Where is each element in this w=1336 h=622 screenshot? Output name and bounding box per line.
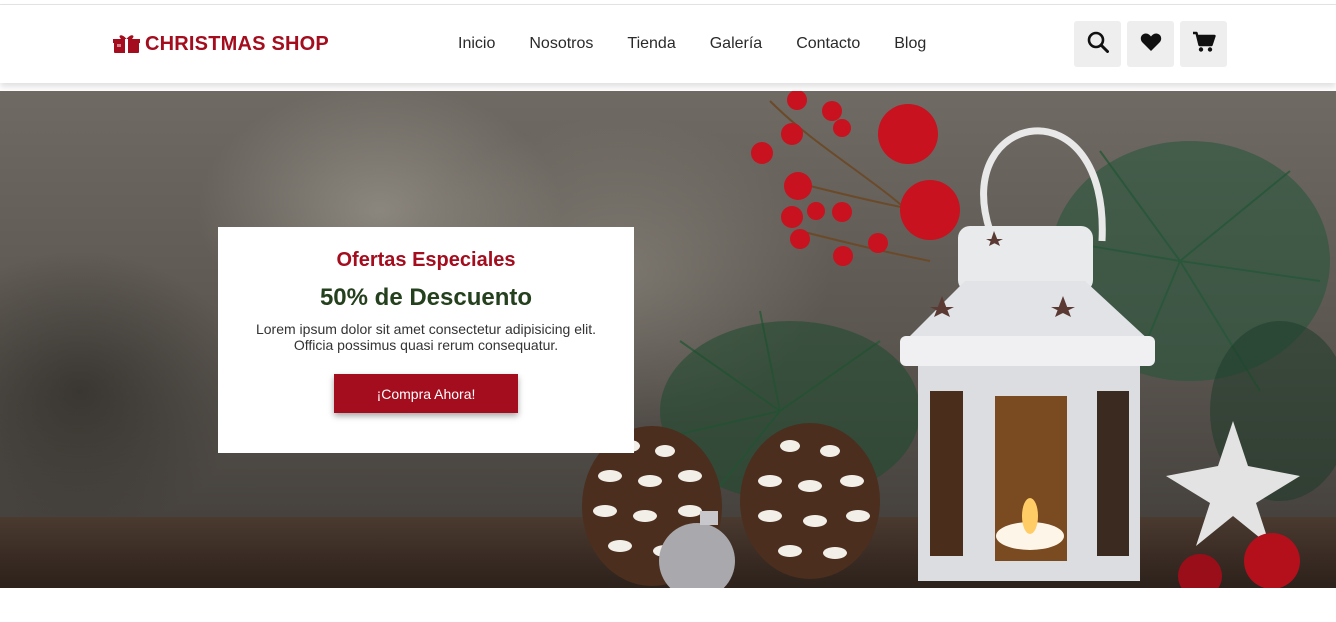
cart-icon <box>1192 31 1216 58</box>
logo[interactable]: CHRISTMAS SHOP <box>113 31 329 57</box>
gift-icon <box>113 34 140 54</box>
hero-decoration-image <box>582 91 1336 588</box>
nav-item-galeria[interactable]: Galería <box>710 34 762 54</box>
search-icon <box>1087 31 1109 58</box>
nav-item-tienda[interactable]: Tienda <box>627 34 675 54</box>
site-header: CHRISTMAS SHOP Inicio Nosotros Tienda Ga… <box>0 5 1336 83</box>
nav-item-nosotros[interactable]: Nosotros <box>529 34 593 54</box>
cart-button[interactable] <box>1180 21 1227 67</box>
buy-now-button[interactable]: ¡Compra Ahora! <box>334 374 518 413</box>
wishlist-button[interactable] <box>1127 21 1174 67</box>
nav-item-blog[interactable]: Blog <box>894 34 926 54</box>
promo-title: 50% de Descuento <box>319 284 533 311</box>
header-actions <box>1074 21 1227 67</box>
hero-banner: Ofertas Especiales 50% de Descuento Lore… <box>0 91 1336 588</box>
heart-icon <box>1140 32 1162 57</box>
nav-item-inicio[interactable]: Inicio <box>458 34 495 54</box>
promo-card: Ofertas Especiales 50% de Descuento Lore… <box>218 227 634 453</box>
nav-item-contacto[interactable]: Contacto <box>796 34 860 54</box>
promo-text: Lorem ipsum dolor sit amet consectetur a… <box>255 321 597 353</box>
search-button[interactable] <box>1074 21 1121 67</box>
main-nav: Inicio Nosotros Tienda Galería Contacto … <box>458 34 926 54</box>
promo-kicker: Ofertas Especiales <box>336 249 516 271</box>
logo-text: CHRISTMAS SHOP <box>145 32 329 55</box>
